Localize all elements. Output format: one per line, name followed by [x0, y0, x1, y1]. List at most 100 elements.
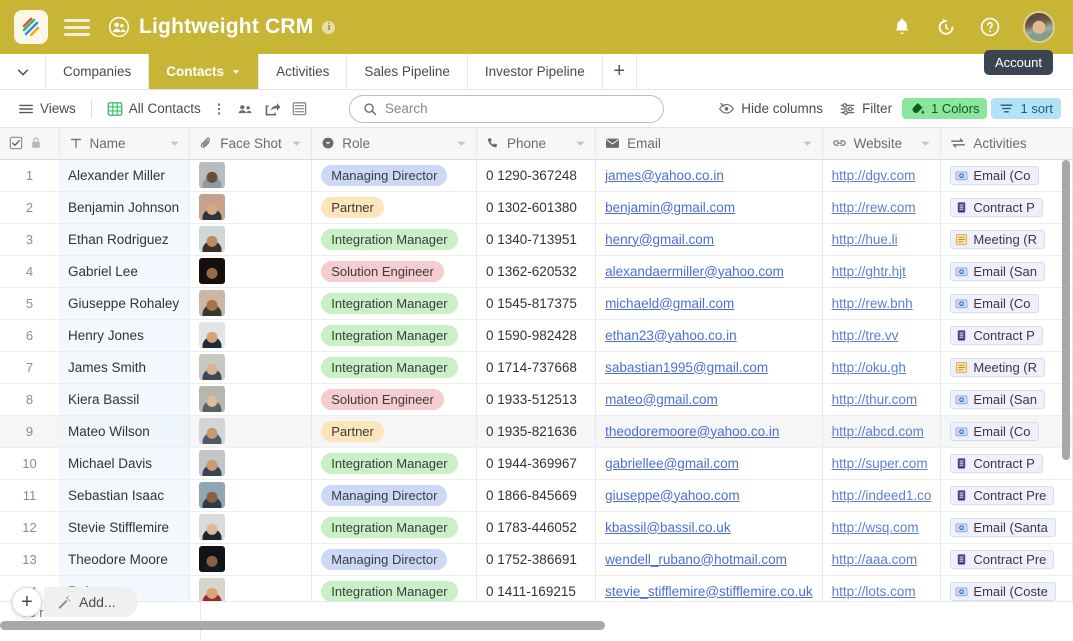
tab-companies[interactable]: Companies [46, 54, 150, 89]
cell-name[interactable]: Gabriel Lee [59, 255, 191, 288]
cell-email[interactable]: michaeld@gmail.com [595, 287, 823, 320]
cell-activities[interactable]: Email (Co [940, 159, 1073, 192]
cell-name[interactable]: Alexander Miller [59, 159, 191, 192]
website-link[interactable]: http://aaa.com [832, 552, 918, 567]
column-header-activities[interactable]: Activities [940, 128, 1073, 160]
cell-role[interactable]: Partner [311, 191, 478, 224]
row-index[interactable]: 10 [0, 447, 60, 480]
current-view-button[interactable]: All Contacts [101, 98, 207, 120]
face-shot-thumbnail[interactable] [199, 450, 226, 476]
email-link[interactable]: henry@gmail.com [605, 232, 714, 247]
cell-role[interactable]: Integration Manager [311, 447, 478, 480]
cell-website[interactable]: http://ghtr.hjt [822, 255, 942, 288]
cell-phone[interactable]: 0 1752-386691 [476, 543, 597, 576]
row-index[interactable]: 12 [0, 511, 60, 544]
cell-phone[interactable]: 0 1362-620532 [476, 255, 597, 288]
activity-record-chip[interactable]: Email (San [950, 261, 1045, 281]
activity-record-chip[interactable]: Email (Co [950, 165, 1039, 185]
horizontal-scroll-thumb[interactable] [0, 621, 605, 630]
table-row[interactable]: 6 Henry Jones Integration Manager 0 1590-98… [0, 319, 1073, 352]
cell-activities[interactable]: Email (San [940, 255, 1073, 288]
share-export-icon[interactable] [259, 97, 286, 120]
cell-face-shot[interactable] [189, 287, 313, 320]
cell-phone[interactable]: 0 1590-982428 [476, 319, 597, 352]
cell-activities[interactable]: Email (Santa [940, 511, 1073, 544]
row-index[interactable]: 3 [0, 223, 60, 256]
website-link[interactable]: http://oku.gh [832, 360, 906, 375]
checkbox-checked-icon[interactable] [9, 136, 23, 150]
cell-website[interactable]: http://tre.vv [822, 319, 942, 352]
website-link[interactable]: http://thur.com [832, 392, 918, 407]
cell-face-shot[interactable] [189, 351, 313, 384]
website-link[interactable]: http://dgv.com [832, 168, 916, 183]
cell-phone[interactable]: 0 1944-369967 [476, 447, 597, 480]
horizontal-scrollbar[interactable] [0, 621, 1073, 630]
column-header-website[interactable]: Website [822, 128, 942, 160]
email-link[interactable]: james@yahoo.co.in [605, 168, 724, 183]
cell-website[interactable]: http://rew.bnh [822, 287, 942, 320]
add-row-menu-button[interactable]: Add... [44, 587, 138, 617]
cell-phone[interactable]: 0 1302-601380 [476, 191, 597, 224]
tab-sales-pipeline[interactable]: Sales Pipeline [347, 54, 468, 89]
info-icon[interactable]: i [322, 20, 336, 34]
cell-role[interactable]: Managing Director [311, 159, 478, 192]
row-index[interactable]: 1 [0, 159, 60, 192]
hide-columns-button[interactable]: Hide columns [712, 98, 829, 119]
website-link[interactable]: http://tre.vv [832, 328, 899, 343]
cell-role[interactable]: Integration Manager [311, 319, 478, 352]
people-icon[interactable] [231, 98, 259, 120]
cell-email[interactable]: alexandaermiller@yahoo.com [595, 255, 823, 288]
row-index[interactable]: 7 [0, 351, 60, 384]
table-row[interactable]: 8 Kiera Bassil Solution Engineer 0 1933-512… [0, 383, 1073, 416]
add-table-button[interactable]: + [603, 54, 637, 89]
email-link[interactable]: benjamin@gmail.com [605, 200, 735, 215]
cell-website[interactable]: http://thur.com [822, 383, 942, 416]
email-link[interactable]: kbassil@bassil.co.uk [605, 520, 731, 535]
cell-email[interactable]: mateo@gmail.com [595, 383, 823, 416]
face-shot-thumbnail[interactable] [199, 162, 226, 188]
search-input[interactable]: Search [348, 94, 664, 123]
face-shot-thumbnail[interactable] [199, 514, 226, 540]
add-row-button[interactable]: + [12, 587, 42, 617]
email-link[interactable]: stevie_stifflemire@stifflemire.co.uk [605, 584, 813, 599]
table-row[interactable]: 2 Benjamin Johnson Partner 0 1302-601380 ben… [0, 191, 1073, 224]
table-row[interactable]: 7 James Smith Integration Manager 0 1714-73… [0, 351, 1073, 384]
chevron-down-icon[interactable] [920, 138, 931, 149]
cell-phone[interactable]: 0 1340-713951 [476, 223, 597, 256]
table-row[interactable]: 1 Alexander Miller Managing Director 0 1290… [0, 159, 1073, 192]
cell-role[interactable]: Integration Manager [311, 511, 478, 544]
cell-email[interactable]: benjamin@gmail.com [595, 191, 823, 224]
history-rewind-icon[interactable] [935, 16, 957, 38]
tab-dropdown-icon[interactable] [231, 67, 241, 77]
colors-badge[interactable]: 1 Colors [902, 98, 988, 119]
cell-activities[interactable]: Meeting (R [940, 223, 1073, 256]
chevron-down-icon[interactable] [575, 138, 586, 149]
cell-website[interactable]: http://hue.li [822, 223, 942, 256]
cell-role[interactable]: Managing Director [311, 543, 478, 576]
help-question-icon[interactable] [979, 16, 1001, 38]
table-row[interactable]: 4 Gabriel Lee Solution Engineer 0 1362-6205… [0, 255, 1073, 288]
cell-face-shot[interactable] [189, 447, 313, 480]
select-all-header[interactable] [0, 128, 60, 160]
cell-email[interactable]: sabastian1995@gmail.com [595, 351, 823, 384]
row-index[interactable]: 4 [0, 255, 60, 288]
cell-website[interactable]: http://oku.gh [822, 351, 942, 384]
website-link[interactable]: http://super.com [832, 456, 928, 471]
row-index[interactable]: 6 [0, 319, 60, 352]
views-button[interactable]: Views [12, 98, 82, 120]
website-link[interactable]: http://ghtr.hjt [832, 264, 906, 279]
cell-phone[interactable]: 0 1545-817375 [476, 287, 597, 320]
activity-record-chip[interactable]: Contract P [950, 197, 1043, 217]
face-shot-thumbnail[interactable] [199, 546, 226, 572]
face-shot-thumbnail[interactable] [199, 386, 226, 412]
avatar[interactable] [1023, 11, 1055, 43]
cell-website[interactable]: http://rew.com [822, 191, 942, 224]
vertical-scrollbar[interactable] [1062, 160, 1070, 460]
cell-activities[interactable]: Email (Co [940, 415, 1073, 448]
cell-face-shot[interactable] [189, 543, 313, 576]
cell-name[interactable]: Benjamin Johnson [59, 191, 191, 224]
cell-role[interactable]: Managing Director [311, 479, 478, 512]
cell-email[interactable]: theodoremoore@yahoo.co.in [595, 415, 823, 448]
cell-name[interactable]: Giuseppe Rohaley [59, 287, 191, 320]
activity-record-chip[interactable]: Contract P [950, 325, 1043, 345]
